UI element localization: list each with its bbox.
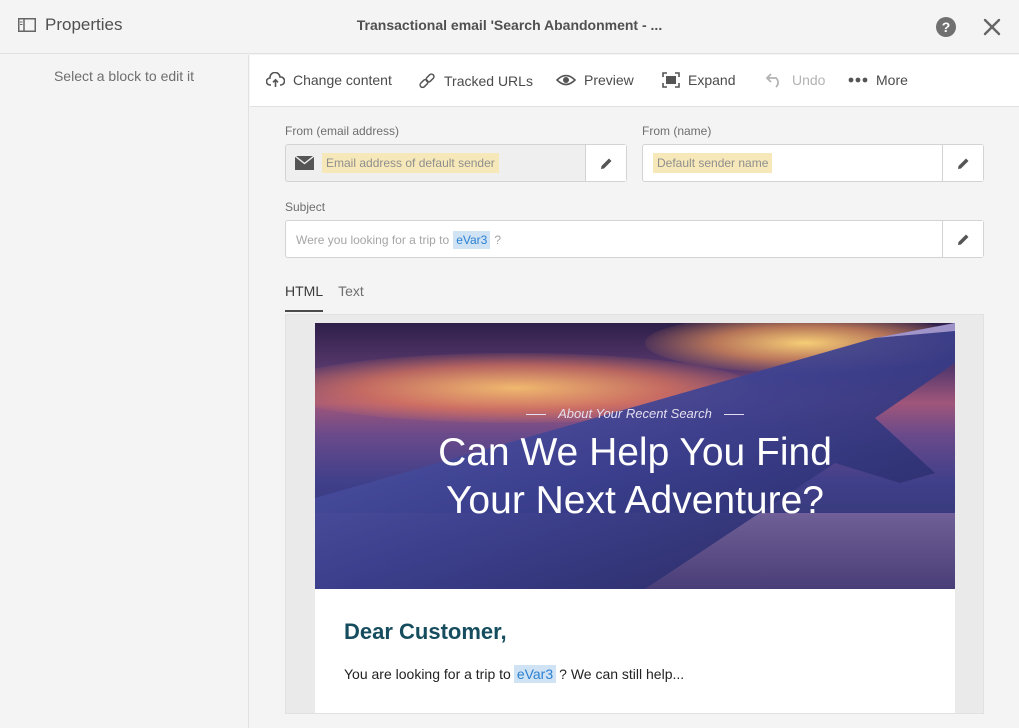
hero-kicker: About Your Recent Search bbox=[315, 406, 955, 421]
subject-label: Subject bbox=[285, 200, 326, 214]
expand-label: Expand bbox=[688, 72, 736, 88]
pencil-icon bbox=[957, 158, 968, 169]
document-title: Transactional email 'Search Abandonment … bbox=[356, 17, 663, 33]
link-icon bbox=[419, 73, 435, 89]
envelope-icon bbox=[295, 156, 314, 170]
email-body-text: You are looking for a trip to eVar3 ? We… bbox=[344, 665, 684, 683]
more-label: More bbox=[876, 72, 908, 88]
undo-label: Undo bbox=[792, 72, 826, 88]
tab-html[interactable]: HTML bbox=[285, 283, 324, 312]
email-body-block[interactable]: Dear Customer, You are looking for a tri… bbox=[315, 589, 955, 713]
more-icon bbox=[848, 77, 868, 83]
hero-title-line1: Can We Help You Find bbox=[438, 431, 832, 474]
change-content-label: Change content bbox=[293, 72, 392, 88]
from-name-value: Default sender name bbox=[653, 153, 773, 173]
expand-button[interactable]: Expand bbox=[662, 72, 735, 88]
pencil-icon bbox=[957, 234, 968, 245]
from-name-label: From (name) bbox=[642, 124, 712, 138]
subject-suffix: ? bbox=[494, 233, 502, 247]
from-email-field[interactable]: Email address of default sender bbox=[285, 144, 627, 182]
tab-text[interactable]: Text bbox=[338, 283, 364, 312]
sidebar-hint: Select a block to edit it bbox=[53, 68, 195, 84]
top-bar: Properties Transactional email 'Search A… bbox=[0, 0, 1019, 54]
email-greeting: Dear Customer, bbox=[344, 619, 507, 644]
cloud-upload-icon bbox=[266, 72, 285, 87]
close-icon[interactable] bbox=[982, 17, 1002, 37]
change-content-button[interactable]: Change content bbox=[266, 72, 392, 88]
editor-main: Change content Tracked URLs Preview Expa… bbox=[250, 55, 1019, 728]
tracked-urls-button[interactable]: Tracked URLs bbox=[418, 72, 533, 90]
from-email-value: Email address of default sender bbox=[322, 153, 499, 173]
help-icon[interactable]: ? bbox=[936, 17, 956, 37]
preview-button[interactable]: Preview bbox=[556, 72, 634, 88]
undo-button[interactable]: Undo bbox=[765, 72, 825, 88]
pencil-icon bbox=[600, 158, 611, 169]
subject-field[interactable]: Were you looking for a trip to eVar3 ? bbox=[285, 220, 984, 258]
hero-title-line2: Your Next Adventure? bbox=[446, 479, 824, 522]
tracked-urls-label: Tracked URLs bbox=[444, 73, 533, 89]
subject-token[interactable]: eVar3 bbox=[453, 231, 491, 249]
subject-value: Were you looking for a trip to eVar3 ? bbox=[296, 231, 501, 249]
eye-icon bbox=[556, 74, 576, 86]
content-tabs: HTML Text bbox=[285, 283, 364, 312]
kicker-rule-right bbox=[723, 414, 744, 416]
kicker-rule-left bbox=[526, 414, 547, 416]
undo-icon bbox=[765, 73, 779, 88]
subject-edit-button[interactable] bbox=[942, 221, 983, 257]
preview-label: Preview bbox=[584, 72, 634, 88]
from-email-label: From (email address) bbox=[285, 124, 400, 138]
body-token[interactable]: eVar3 bbox=[513, 665, 557, 683]
properties-sidebar: Select a block to edit it bbox=[0, 55, 249, 728]
from-name-edit-button[interactable] bbox=[942, 145, 983, 181]
hero-title: Can We Help You Find Your Next Adventure… bbox=[315, 429, 955, 525]
expand-icon bbox=[662, 72, 680, 88]
from-email-edit-button[interactable] bbox=[585, 145, 626, 181]
hero-banner[interactable]: About Your Recent Search Can We Help You… bbox=[315, 323, 955, 589]
from-name-field[interactable]: Default sender name bbox=[642, 144, 984, 182]
subject-prefix: Were you looking for a trip to bbox=[296, 233, 450, 247]
hero-kicker-text: About Your Recent Search bbox=[558, 406, 712, 421]
editor-toolbar: Change content Tracked URLs Preview Expa… bbox=[250, 55, 1019, 107]
email-canvas: About Your Recent Search Can We Help You… bbox=[285, 314, 984, 714]
more-button[interactable]: More bbox=[848, 72, 908, 88]
body-prefix: You are looking for a trip to bbox=[344, 666, 511, 682]
body-suffix: ? We can still help... bbox=[559, 666, 685, 682]
